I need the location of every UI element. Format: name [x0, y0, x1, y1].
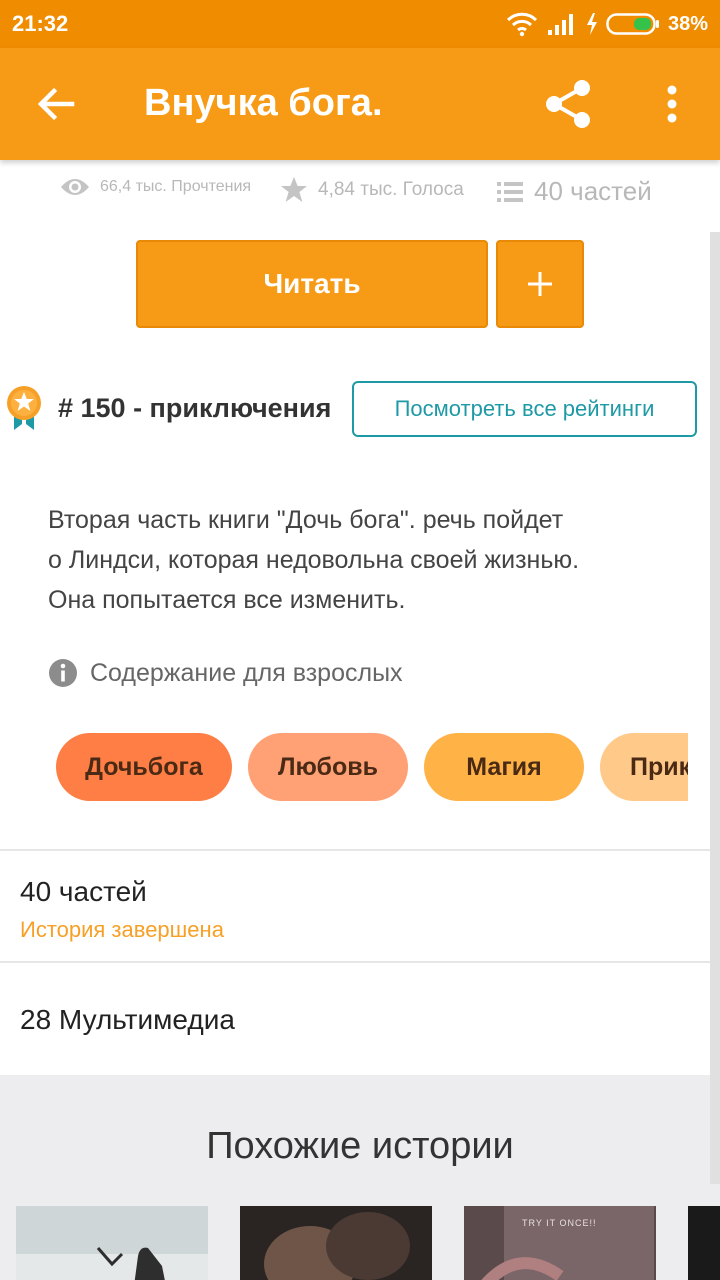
battery-icon	[606, 13, 659, 35]
share-button[interactable]	[538, 76, 598, 132]
read-button[interactable]: Читать	[136, 240, 488, 328]
share-icon	[546, 80, 590, 128]
tag-list: Дочьбога Любовь Магия Приключения	[56, 733, 688, 801]
scrollbar[interactable]	[710, 232, 720, 1184]
add-to-library-button[interactable]	[496, 240, 584, 328]
divider	[0, 849, 720, 851]
plus-icon	[528, 272, 552, 296]
story-stats: 66,4 тыс. Прочтения 4,84 тыс. Голоса 40 …	[0, 168, 720, 214]
votes-stat: 4,84 тыс. Голоса	[280, 176, 464, 204]
app-bar: Внучка бога.	[0, 48, 720, 160]
mature-content-label: Содержание для взрослых	[90, 658, 403, 687]
completion-status: История завершена	[20, 917, 224, 942]
back-button[interactable]	[28, 76, 84, 132]
tag-chip[interactable]: Дочьбога	[56, 733, 232, 801]
tag-chip[interactable]: Магия	[424, 733, 584, 801]
charging-icon	[586, 13, 597, 35]
battery-percent: 38%	[667, 12, 708, 35]
tag-chip[interactable]: Любовь	[248, 733, 408, 801]
similar-story-cover[interactable]	[16, 1206, 208, 1280]
description-line: Вторая часть книги "Дочь бога". речь пой…	[48, 506, 564, 534]
description-line: о Линдси, которая недовольна своей жизнь…	[48, 546, 580, 574]
view-all-ratings-button[interactable]: Посмотреть все рейтинги	[352, 381, 697, 437]
more-vert-icon	[667, 85, 677, 123]
eye-icon	[61, 179, 89, 195]
similar-stories-section: Похожие истории TRY IT ONCE!!	[0, 1075, 720, 1280]
votes-count: 4,84 тыс. Голоса	[318, 179, 464, 200]
cover-caption: TRY IT ONCE!!	[522, 1218, 597, 1228]
reads-count: 66,4 тыс. Прочтения	[100, 178, 252, 195]
rank-label: # 150 - приключения	[58, 393, 332, 423]
list-icon	[497, 181, 523, 202]
status-bar: 21:32 38%	[0, 0, 720, 48]
story-title: Внучка бога.	[144, 82, 383, 124]
similar-stories-title: Похожие истории	[206, 1125, 514, 1167]
similar-story-cover[interactable]	[240, 1206, 432, 1280]
star-icon	[281, 177, 307, 202]
reads-stat: 66,4 тыс. Прочтения	[60, 176, 251, 198]
parts-title: 40 частей	[20, 876, 147, 907]
description-line: Она попытается все изменить.	[48, 586, 406, 614]
mature-content-notice: Содержание для взрослых	[48, 658, 403, 688]
parts-count: 40 частей	[534, 176, 652, 206]
tag-chip[interactable]: Приключения	[600, 733, 688, 801]
rank-badge-icon	[4, 384, 44, 432]
multimedia-row[interactable]: 28 Мультимедиа	[20, 1004, 235, 1036]
parts-stat: 40 частей	[496, 176, 652, 207]
back-arrow-icon	[37, 87, 75, 121]
status-time: 21:32	[12, 11, 69, 36]
signal-icon	[547, 14, 573, 35]
story-description: Вторая часть книги "Дочь бога". речь пой…	[48, 500, 688, 620]
more-options-button[interactable]	[648, 76, 696, 132]
divider	[0, 961, 720, 963]
wifi-icon	[506, 12, 538, 37]
similar-story-cover[interactable]: TRY IT ONCE!!	[464, 1206, 656, 1280]
similar-story-cover[interactable]	[688, 1206, 720, 1280]
info-icon	[49, 659, 77, 687]
status-icons: 38%	[506, 9, 708, 39]
